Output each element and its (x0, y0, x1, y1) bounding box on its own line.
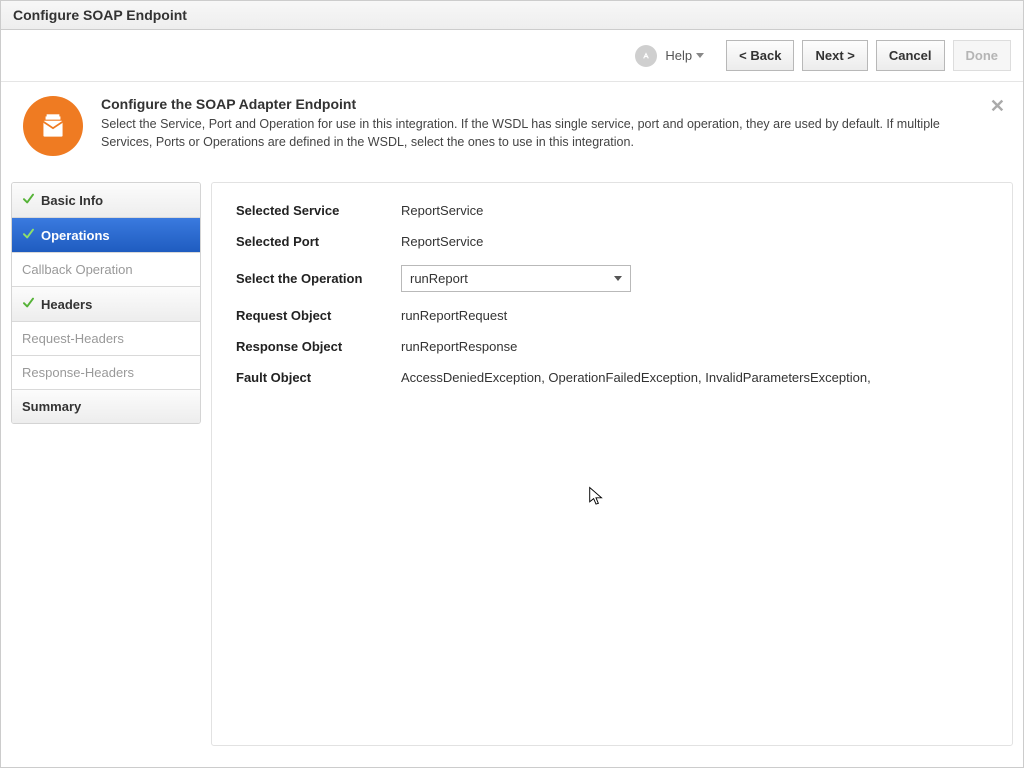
sidebar-item-summary[interactable]: Summary (12, 390, 200, 423)
intro-description: Select the Service, Port and Operation f… (101, 116, 971, 151)
back-button[interactable]: < Back (726, 40, 794, 71)
sidebar-item-label: Response-Headers (22, 365, 134, 380)
sidebar-item-label: Request-Headers (22, 331, 124, 346)
sidebar-item-response-headers[interactable]: Response-Headers (12, 356, 200, 390)
check-icon (22, 296, 35, 312)
sidebar-item-operations[interactable]: Operations (12, 218, 200, 253)
check-icon (22, 227, 35, 243)
label-selected-service: Selected Service (236, 203, 401, 218)
help-label: Help (665, 48, 692, 63)
wizard-sidebar: Basic Info Operations Callback Operation… (11, 182, 201, 424)
value-fault-object: AccessDeniedException, OperationFailedEx… (401, 370, 871, 385)
intro-heading: Configure the SOAP Adapter Endpoint (101, 96, 971, 112)
value-selected-port: ReportService (401, 234, 483, 249)
label-select-operation: Select the Operation (236, 271, 401, 286)
cancel-button[interactable]: Cancel (876, 40, 945, 71)
sidebar-item-request-headers[interactable]: Request-Headers (12, 322, 200, 356)
label-fault-object: Fault Object (236, 370, 401, 385)
chevron-down-icon (614, 276, 622, 281)
done-button: Done (953, 40, 1012, 71)
row-request-object: Request Object runReportRequest (236, 308, 988, 323)
intro-banner: Configure the SOAP Adapter Endpoint Sele… (1, 82, 1023, 176)
label-request-object: Request Object (236, 308, 401, 323)
chevron-down-icon (696, 53, 704, 58)
value-selected-service: ReportService (401, 203, 483, 218)
main-area: Basic Info Operations Callback Operation… (1, 176, 1023, 756)
close-icon[interactable]: ✕ (990, 96, 1005, 117)
value-request-object: runReportRequest (401, 308, 507, 323)
label-selected-port: Selected Port (236, 234, 401, 249)
row-selected-port: Selected Port ReportService (236, 234, 988, 249)
row-selected-service: Selected Service ReportService (236, 203, 988, 218)
next-button[interactable]: Next > (802, 40, 867, 71)
adapter-icon (23, 96, 83, 156)
operation-select[interactable]: runReport (401, 265, 631, 292)
value-response-object: runReportResponse (401, 339, 517, 354)
sidebar-item-callback[interactable]: Callback Operation (12, 253, 200, 287)
row-fault-object: Fault Object AccessDeniedException, Oper… (236, 370, 988, 385)
sidebar-item-label: Headers (41, 297, 92, 312)
operation-select-value: runReport (410, 271, 468, 286)
row-response-object: Response Object runReportResponse (236, 339, 988, 354)
content-panel: Selected Service ReportService Selected … (211, 182, 1013, 746)
sidebar-item-label: Basic Info (41, 193, 103, 208)
help-link[interactable]: Help (665, 48, 704, 63)
row-select-operation: Select the Operation runReport (236, 265, 988, 292)
help-badge-icon (635, 45, 657, 67)
check-icon (22, 192, 35, 208)
sidebar-item-label: Summary (22, 399, 81, 414)
sidebar-item-basic-info[interactable]: Basic Info (12, 183, 200, 218)
sidebar-item-label: Operations (41, 228, 110, 243)
window-title: Configure SOAP Endpoint (1, 1, 1023, 30)
sidebar-item-headers[interactable]: Headers (12, 287, 200, 322)
label-response-object: Response Object (236, 339, 401, 354)
toolbar: Help < Back Next > Cancel Done (1, 30, 1023, 82)
sidebar-item-label: Callback Operation (22, 262, 133, 277)
